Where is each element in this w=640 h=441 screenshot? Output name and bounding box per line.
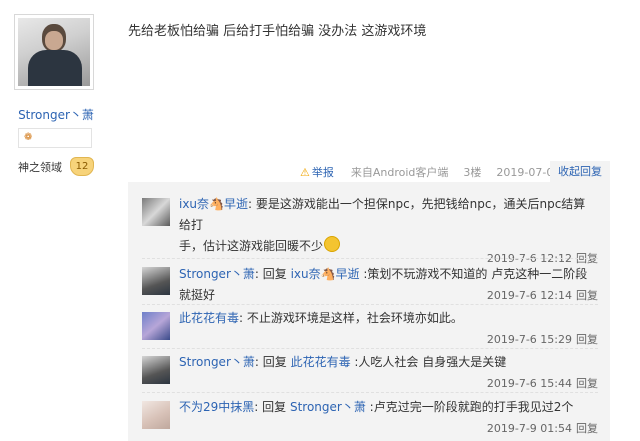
reply-time: 2019-7-9 01:54 回复 [486,422,598,435]
author-username[interactable]: Stronger丶萧 [0,106,112,123]
reply-target[interactable]: 此花花有毒 [291,355,351,369]
level-badge[interactable]: 神之领域 12 [18,156,100,176]
reply-button[interactable]: 回复 [576,422,598,435]
reply-target[interactable]: Stronger丶萧 [290,400,366,414]
reply-username[interactable]: 此花花有毒 [179,311,239,325]
reply-username[interactable]: ixu奈🐴早逝 [179,197,248,211]
reply-username[interactable]: Stronger丶萧 [179,267,255,281]
emoji-icon [324,236,341,252]
reply-avatar[interactable] [142,312,170,340]
reply-avatar[interactable] [142,401,170,429]
wing-badge-icon: ❁ [24,132,33,143]
collapse-replies-button[interactable]: 收起回复 [550,161,610,182]
post-source: 来自Android客户端 [350,166,449,179]
reply-time: 2019-7-6 15:44 回复 [486,377,598,390]
level-name: 神之领域 [18,161,62,174]
reply-text: Stronger丶萧: 回复 此花花有毒 :人吃人社会 自身强大是关键 [179,355,507,369]
post-content: 先给老板怕给骗 后给打手怕给骗 没办法 这游戏环境 [128,24,427,39]
reply-username[interactable]: 不为29中抹黑 [179,400,254,414]
reply-text: 不为29中抹黑: 回复 Stronger丶萧 :卢克过完一阶段就跑的打手我见过2… [179,400,574,414]
reply-avatar[interactable] [142,198,170,226]
badge-box[interactable]: ❁ [18,128,92,148]
divider [142,392,598,393]
reply-avatar[interactable] [142,267,170,295]
divider [142,304,598,305]
reply-username[interactable]: Stronger丶萧 [179,355,255,369]
reply-text: 此花花有毒: 不止游戏环境是这样，社会环境亦如此。 [179,311,463,325]
reply-button[interactable]: 回复 [576,333,598,346]
author-panel: Stronger丶萧 ❁ 神之领域 12 [0,0,112,441]
avatar-image [18,18,90,86]
reply-time: 2019-7-6 12:14 回复 [486,289,598,302]
author-avatar[interactable] [14,14,94,90]
reply-target[interactable]: ixu奈🐴早逝 [291,267,360,281]
divider [142,348,598,349]
reply-avatar[interactable] [142,356,170,384]
warning-icon: ⚠ [300,165,310,179]
reply-text: ixu奈🐴早逝: 要是这游戏能出一个担保npc，先把钱给npc，通关后npc结算… [179,197,586,253]
level-number: 12 [70,157,94,176]
reply-time: 2019-7-6 15:29 回复 [486,333,598,346]
post-floor: 3楼 [463,166,482,179]
reply-button[interactable]: 回复 [576,377,598,390]
reply-button[interactable]: 回复 [576,289,598,302]
report-link[interactable]: 举报 [312,164,334,180]
divider [142,258,598,259]
reply-list: ixu奈🐴早逝: 要是这游戏能出一个担保npc，先把钱给npc，通关后npc结算… [128,182,610,441]
